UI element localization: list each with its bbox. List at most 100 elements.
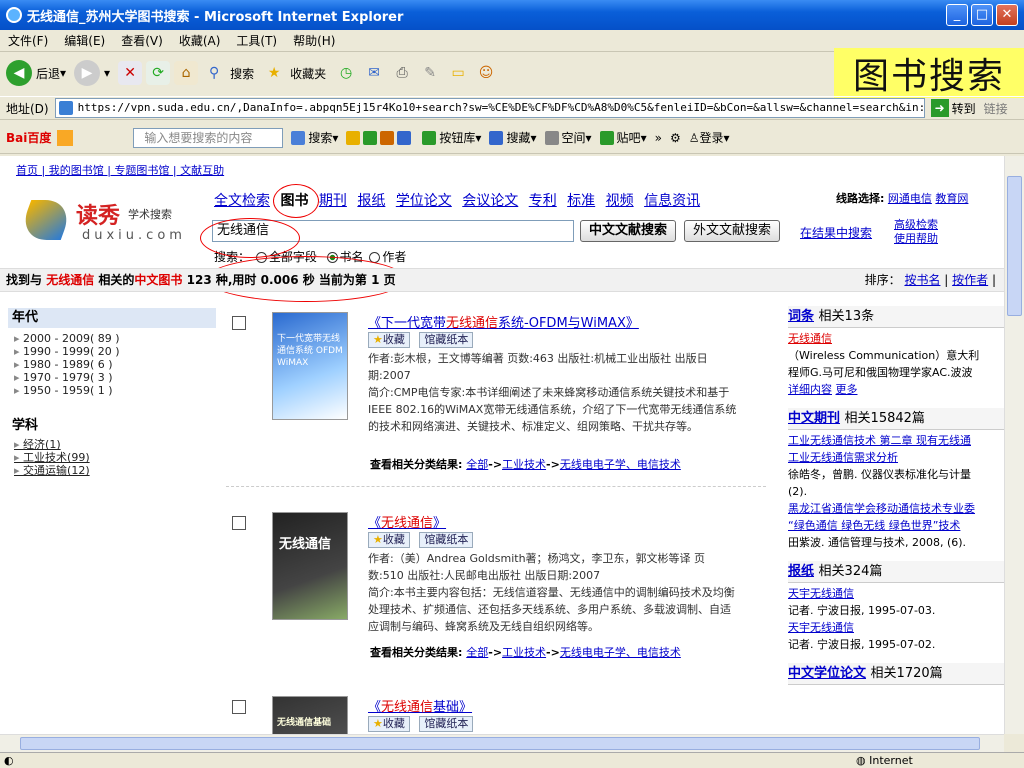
sort-by-author[interactable]: 按作者 (952, 273, 988, 287)
result-checkbox[interactable] (232, 516, 246, 530)
facet-item[interactable]: 1950 - 1959( 1 ) (8, 384, 216, 397)
messenger-icon[interactable]: ☺ (474, 61, 498, 85)
tab-videos[interactable]: 视频 (606, 193, 634, 209)
tab-fulltext[interactable]: 全文检索 (214, 193, 270, 209)
refresh-icon[interactable]: ⟳ (146, 61, 171, 85)
journal-link[interactable]: “绿色通信 绿色无线 绿色世界”技术 (788, 517, 1004, 534)
facet-item[interactable]: 1990 - 1999( 20 ) (8, 345, 216, 358)
book-cover[interactable]: 无线通信 (272, 512, 348, 620)
baidu-quick-icons[interactable] (346, 130, 414, 145)
menu-help[interactable]: 帮助(H) (293, 32, 335, 49)
route-netcom[interactable]: 网通电信 (888, 192, 932, 205)
forward-button[interactable]: ▶ ▾ (74, 60, 110, 86)
newspaper-link[interactable]: 天宇无线通信 (788, 619, 1004, 636)
route-edu[interactable]: 教育网 (935, 192, 968, 205)
result-checkbox[interactable] (232, 700, 246, 714)
tab-theses[interactable]: 学位论文 (396, 193, 452, 209)
button-library[interactable]: 按钮库 ▾ (422, 129, 481, 146)
mail-icon[interactable]: ✉ (362, 61, 386, 85)
minimize-button[interactable]: _ (946, 4, 968, 26)
related-panel: 词条 相关13条 无线通信 （Wireless Communication）意大… (788, 306, 1004, 687)
baidu-logo[interactable]: Bai百度 (6, 129, 51, 146)
baidu-login-button[interactable]: ♙ 登录 ▾ (689, 129, 730, 146)
overflow-chevron[interactable]: » (655, 131, 662, 145)
settings-gear-icon[interactable]: ⚙ (670, 131, 681, 145)
library-copy-button[interactable]: 馆藏纸本 (419, 332, 474, 348)
baidu-space-button[interactable]: 空间 ▾ (544, 129, 592, 146)
horizontal-scrollbar[interactable] (0, 734, 1004, 752)
search-button[interactable]: ⚲ 搜索 (202, 61, 254, 85)
baidu-tieba-button[interactable]: 贴吧 ▾ (599, 129, 647, 146)
journal-link[interactable]: 黑龙江省通信学会移动通信技术专业委 (788, 500, 1004, 517)
favorites-button[interactable]: ★ 收藏夹 (262, 61, 326, 85)
foreign-search-button[interactable]: 外文文献搜索 (684, 220, 781, 242)
menu-edit[interactable]: 编辑(E) (64, 32, 105, 49)
address-input[interactable]: https://vpn.suda.edu.cn/,DanaInfo=.abpqn… (54, 98, 925, 118)
more-link[interactable]: 更多 (836, 383, 858, 396)
chinese-search-button[interactable]: 中文文献搜索 (580, 220, 677, 242)
book-cover[interactable]: 下一代宽带无线通信系统 OFDM WiMAX (272, 312, 348, 420)
collect-button[interactable]: ★收藏 (368, 716, 410, 732)
space-icon (544, 130, 559, 145)
folder-icon[interactable]: ▭ (446, 61, 470, 85)
facet-item[interactable]: 工业技术(99) (8, 451, 216, 464)
tab-patents[interactable]: 专利 (529, 193, 557, 209)
duxiu-logo[interactable]: 读秀 学术搜索 duxiu.com (16, 192, 194, 250)
tab-info[interactable]: 信息资讯 (644, 193, 700, 209)
collect-button[interactable]: ★收藏 (368, 332, 410, 348)
result-title[interactable]: 《无线通信》 (368, 512, 446, 531)
tab-newspapers[interactable]: 报纸 (357, 193, 385, 209)
print-icon[interactable]: ⎙ (390, 61, 414, 85)
baidu-small-icon[interactable] (57, 129, 74, 146)
home-icon[interactable]: ⌂ (174, 61, 199, 85)
back-button[interactable]: ◀ 后退 ▾ (6, 60, 66, 86)
maximize-button[interactable]: □ (971, 4, 993, 26)
page-content: 首页 | 我的图书馆 | 专题图书馆 | 文献互助 读秀 学术搜索 duxiu.… (0, 156, 1004, 734)
search-in-results-link[interactable]: 在结果中搜索 (800, 224, 872, 241)
result-title[interactable]: 《下一代宽带无线通信系统-OFDM与WiMAX》 (368, 312, 639, 331)
help-link[interactable]: 使用帮助 (894, 230, 938, 246)
details-link[interactable]: 详细内容 (788, 383, 832, 396)
history-icon[interactable]: ◷ (334, 61, 358, 85)
baidu-search-button[interactable]: 搜索 ▾ (291, 129, 338, 146)
puzzle-icon (422, 130, 437, 145)
go-arrow-icon: ➜ (930, 99, 949, 117)
newspaper-link[interactable]: 天宇无线通信 (788, 585, 1004, 602)
top-links[interactable]: 首页 | 我的图书馆 | 专题图书馆 | 文献互助 (16, 162, 224, 178)
magnifier-icon (291, 130, 306, 145)
facet-item[interactable]: 经济(1) (8, 438, 216, 451)
menu-file[interactable]: 文件(F) (8, 32, 48, 49)
result-title[interactable]: 《无线通信基础》 (368, 696, 472, 715)
facet-item[interactable]: 1980 - 1989( 6 ) (8, 358, 216, 371)
star-icon: ★ (373, 533, 383, 546)
book-cover[interactable]: 无线通信基础 (272, 696, 348, 734)
address-bar: 地址(D) https://vpn.suda.edu.cn/,DanaInfo=… (0, 96, 1024, 120)
edit-icon[interactable]: ✎ (418, 61, 442, 85)
journal-link[interactable]: 工业无线通信需求分析 (788, 449, 1004, 466)
facet-item[interactable]: 交通运输(12) (8, 464, 216, 477)
entry-link[interactable]: 无线通信 (788, 330, 1004, 347)
menu-favorites[interactable]: 收藏(A) (179, 32, 221, 49)
sort-by-title[interactable]: 按书名 (904, 273, 940, 287)
tab-standards[interactable]: 标准 (567, 193, 595, 209)
go-button[interactable]: ➜ 转到 (930, 99, 976, 117)
menu-view[interactable]: 查看(V) (121, 32, 163, 49)
result-checkbox[interactable] (232, 316, 246, 330)
result-item: 无线通信基础 《无线通信基础》 ★收藏 馆藏纸本 (232, 696, 762, 734)
stop-icon[interactable]: ✕ (118, 61, 143, 85)
facet-item[interactable]: 2000 - 2009( 89 ) (8, 332, 216, 345)
baidu-collect-button[interactable]: 搜藏 ▾ (489, 129, 537, 146)
tab-journals[interactable]: 期刊 (319, 193, 347, 209)
close-button[interactable]: ✕ (996, 4, 1018, 26)
library-copy-button[interactable]: 馆藏纸本 (419, 716, 474, 732)
links-label[interactable]: 链接 (984, 100, 1008, 117)
status-bar: ◐ ◍ Internet (0, 752, 1024, 768)
tab-conference[interactable]: 会议论文 (462, 193, 518, 209)
collect-button[interactable]: ★收藏 (368, 532, 410, 548)
menu-tools[interactable]: 工具(T) (236, 32, 277, 49)
library-copy-button[interactable]: 馆藏纸本 (419, 532, 474, 548)
baidu-search-input[interactable]: 输入想要搜索的内容 (133, 127, 284, 148)
facet-item[interactable]: 1970 - 1979( 3 ) (8, 371, 216, 384)
vertical-scrollbar[interactable] (1004, 156, 1024, 734)
journal-link[interactable]: 工业无线通信技术 第二章 现有无线通 (788, 432, 1004, 449)
